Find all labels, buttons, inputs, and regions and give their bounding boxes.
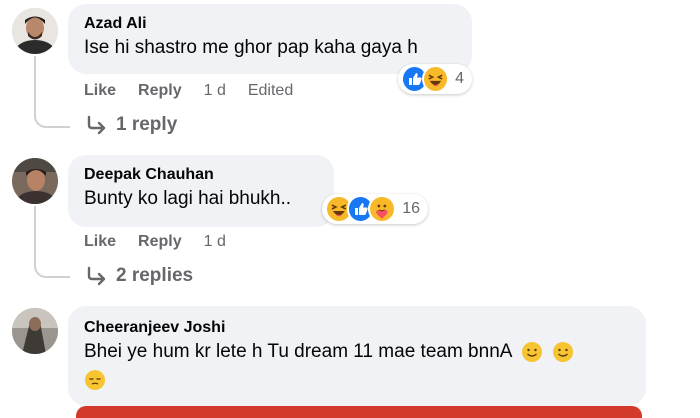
comment-text-line: Bhei ye hum kr lete h Tu dream 11 mae te… bbox=[84, 341, 512, 362]
reply-arrow-icon bbox=[87, 115, 106, 135]
reaction-summary[interactable]: 16 bbox=[322, 194, 428, 224]
avatar[interactable] bbox=[12, 8, 58, 54]
avatar[interactable] bbox=[12, 308, 58, 354]
reply-button[interactable]: Reply bbox=[138, 232, 182, 252]
comment-actions: Like Reply 1 d bbox=[84, 232, 248, 252]
care-icon bbox=[368, 195, 397, 223]
attachment-preview-bar bbox=[76, 406, 642, 418]
reaction-count: 16 bbox=[402, 200, 420, 217]
timestamp[interactable]: 1 d bbox=[204, 232, 226, 252]
thread-line bbox=[34, 56, 70, 128]
comment-bubble: Deepak Chauhan Bunty ko lagi hai bhukh.. bbox=[68, 155, 334, 227]
replies-label: 1 reply bbox=[116, 114, 178, 135]
timestamp[interactable]: 1 d bbox=[204, 81, 226, 101]
view-replies-link[interactable]: 2 replies bbox=[86, 265, 193, 287]
reaction-summary[interactable]: 4 bbox=[398, 64, 472, 94]
reply-button[interactable]: Reply bbox=[138, 81, 182, 101]
comment-author[interactable]: Deepak Chauhan bbox=[84, 165, 320, 185]
like-button[interactable]: Like bbox=[84, 232, 116, 252]
thread-line bbox=[34, 206, 70, 278]
edited-label[interactable]: Edited bbox=[248, 81, 293, 101]
smile-emoji-icon bbox=[552, 341, 573, 362]
comment-bubble: Cheeranjeev Joshi Bhei ye hum kr lete h … bbox=[68, 306, 646, 406]
like-button[interactable]: Like bbox=[84, 81, 116, 101]
comment-text: Ise hi shastro me ghor pap kaha gaya h bbox=[84, 37, 418, 58]
avatar[interactable] bbox=[12, 158, 58, 204]
view-replies-link[interactable]: 1 reply bbox=[86, 114, 177, 136]
comment-text: Bhei ye hum kr lete h Tu dream 11 mae te… bbox=[84, 338, 632, 366]
pensive-emoji-icon bbox=[85, 369, 105, 390]
reaction-count: 4 bbox=[455, 70, 464, 87]
comment-text: Bunty ko lagi hai bhukh.. bbox=[84, 188, 292, 209]
haha-icon bbox=[422, 65, 450, 93]
reply-arrow-icon bbox=[87, 266, 106, 286]
replies-label: 2 replies bbox=[116, 265, 194, 286]
comment-author[interactable]: Cheeranjeev Joshi bbox=[84, 318, 632, 338]
comment-author[interactable]: Azad Ali bbox=[84, 14, 458, 34]
comment-actions: Like Reply 1 d Edited bbox=[84, 81, 315, 101]
smile-emoji-icon bbox=[521, 341, 542, 362]
comment-text-line-2 bbox=[84, 366, 632, 394]
